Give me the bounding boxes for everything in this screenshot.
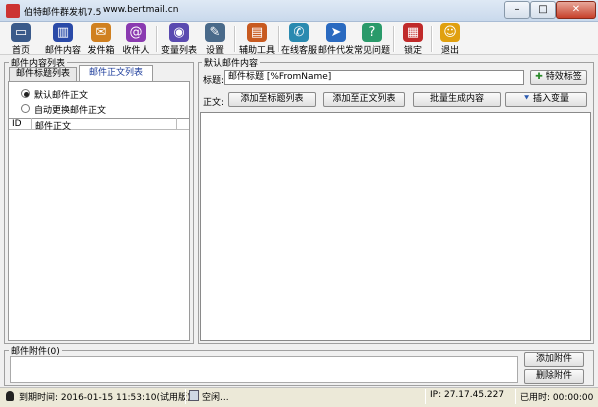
toolbar-faq-button[interactable]: ? 常见问题 [354, 22, 390, 56]
sending-status: 空闲... [202, 393, 229, 403]
column-divider[interactable] [31, 118, 32, 130]
help-icon: ? [362, 23, 382, 42]
status-divider [185, 389, 186, 404]
monitor-icon: ▭ [11, 23, 31, 42]
column-header-body[interactable]: 邮件正文 [35, 119, 71, 132]
app-logo-icon [6, 4, 20, 18]
film-icon: ▤ [247, 23, 267, 42]
chevron-down-icon: ⯆ [522, 94, 531, 104]
add-to-body-list-button[interactable]: 添加至正文列表 [323, 92, 405, 107]
close-button[interactable]: ✕ [556, 1, 596, 19]
books-icon: ▥ [53, 23, 73, 42]
toolbar-outbox-button[interactable]: ✉ 发件箱 [86, 22, 116, 56]
tab-body-list[interactable]: 邮件正文列表 [79, 65, 153, 81]
exit-icon: ☺ [440, 23, 460, 42]
toolbar-mail-content-button[interactable]: ▥ 邮件内容 [45, 22, 81, 56]
wrench-icon: ✎ [205, 23, 225, 42]
elapsed-time-status: 已用时: 00:00:00 [520, 393, 594, 403]
default-body-radio-label[interactable]: 默认邮件正文 [34, 88, 88, 101]
app-url: www.bertmail.cn [103, 5, 179, 15]
tab-subject-list[interactable]: 邮件标题列表 [9, 67, 77, 81]
add-attachment-button[interactable]: 添加附件 [524, 352, 584, 367]
toolbar-settings-button[interactable]: ✎ 设置 [200, 22, 230, 56]
status-divider [425, 389, 426, 404]
minimize-button[interactable]: – [504, 1, 530, 19]
window-title: 伯特邮件群发机7.5 [24, 8, 102, 18]
toolbar-exit-button[interactable]: ☺ 退出 [436, 22, 464, 56]
outbox-icon: ✉ [91, 23, 111, 42]
toolbar-variables-button[interactable]: ◉ 变量列表 [161, 22, 197, 56]
chat-icon: ✆ [289, 23, 309, 42]
batch-generate-button[interactable]: 批量生成内容 [413, 92, 501, 107]
body-label: 正文: [203, 98, 225, 108]
ip-address-status: IP: 27.17.45.227 [430, 390, 505, 400]
delete-attachment-button[interactable]: 删除附件 [524, 369, 584, 384]
contacts-icon: @ [126, 23, 146, 42]
subject-input[interactable]: 邮件标题 [%FromName] [224, 70, 524, 85]
auto-rotate-body-radio[interactable] [21, 104, 30, 113]
special-tag-button[interactable]: ✚ 特效标签 [530, 70, 587, 85]
maximize-button[interactable]: □ [530, 1, 556, 19]
special-tag-icon: ✚ [535, 72, 543, 82]
special-tag-label: 特效标签 [545, 72, 582, 82]
toolbar-lock-button[interactable]: ▦ 锁定 [399, 22, 427, 56]
default-body-radio[interactable] [21, 89, 30, 98]
toolbar-proxy-send-button[interactable]: ➤ 邮件代发 [318, 22, 354, 56]
insert-variable-label: 插入变量 [533, 94, 570, 104]
main-toolbar: ▭ 首页 ▥ 邮件内容 ✉ 发件箱 @ 收件人 ◉ 变量列表 ✎ 设置 ▤ 辅助… [0, 22, 598, 56]
body-editor[interactable] [200, 112, 591, 341]
column-divider[interactable] [176, 118, 177, 130]
expire-time-status: 到期时间: 2016-01-15 11:53:10(试用版) [19, 393, 191, 403]
subject-label: 标题: [203, 76, 225, 86]
attachments-list[interactable] [10, 356, 518, 383]
add-to-subject-list-button[interactable]: 添加至标题列表 [228, 92, 316, 107]
idle-status-icon [189, 390, 199, 401]
column-header-id[interactable]: ID [12, 119, 22, 129]
toolbar-recipients-button[interactable]: @ 收件人 [121, 22, 151, 56]
globe-icon: ◉ [169, 23, 189, 42]
toolbar-home-button[interactable]: ▭ 首页 [6, 22, 36, 56]
lock-icon: ▦ [403, 23, 423, 42]
default-mail-content-title: 默认邮件内容 [202, 56, 261, 69]
insert-variable-button[interactable]: ⯆ 插入变量 [505, 92, 587, 107]
status-divider [515, 389, 516, 404]
toolbar-tools-button[interactable]: ▤ 辅助工具 [239, 22, 275, 56]
padlock-icon [6, 391, 14, 401]
toolbar-support-button[interactable]: ✆ 在线客服 [281, 22, 317, 56]
send-icon: ➤ [326, 23, 346, 42]
auto-rotate-body-radio-label[interactable]: 自动更换邮件正文 [34, 103, 106, 116]
